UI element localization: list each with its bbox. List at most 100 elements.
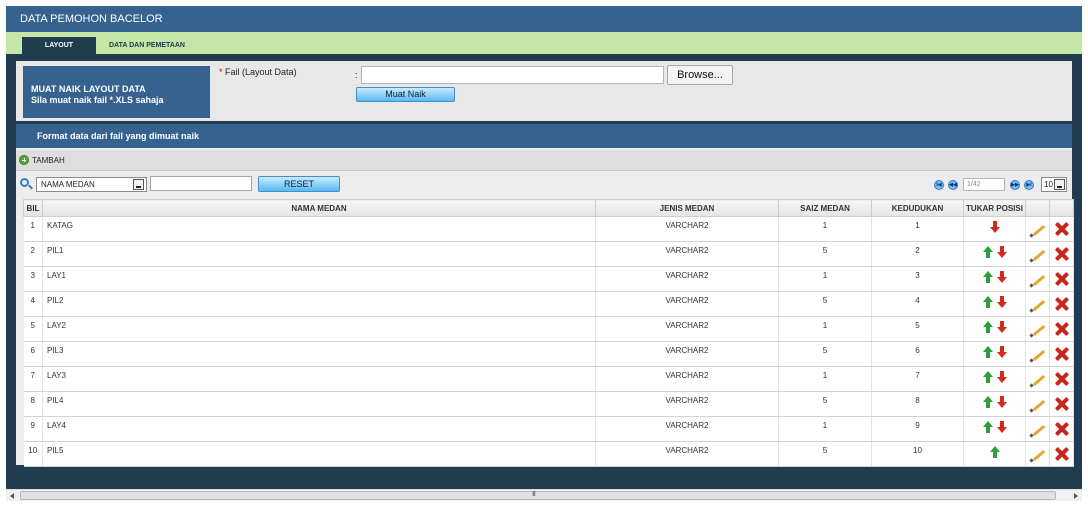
pencil-icon[interactable]: [1028, 398, 1045, 413]
page-number-input[interactable]: 1/42: [963, 178, 1005, 191]
chevron-down-icon[interactable]: [133, 179, 144, 190]
tambah-button[interactable]: TAMBAH: [19, 154, 65, 166]
scroll-right-icon[interactable]: [1074, 493, 1078, 499]
format-section-title: Format data dari fail yang dimuat naik: [37, 131, 200, 141]
delete-x-icon[interactable]: [1055, 447, 1069, 461]
cell-nama-medan: PIL1: [42, 241, 596, 267]
pencil-icon[interactable]: [1028, 373, 1045, 388]
cell-bil: 7: [23, 366, 43, 392]
table-row[interactable]: 8 PIL4 VARCHAR2 5 8: [23, 391, 1074, 417]
cell-jenis-medan: VARCHAR2: [595, 241, 779, 267]
cell-bil: 8: [23, 391, 43, 417]
arrow-up-icon[interactable]: [982, 421, 993, 433]
table-row[interactable]: 3 LAY1 VARCHAR2 1 3: [23, 266, 1074, 292]
cell-jenis-medan: VARCHAR2: [595, 366, 779, 392]
search-field-select[interactable]: NAMA MEDAN: [36, 177, 147, 192]
cell-tukar-posisi: [963, 241, 1026, 267]
cell-edit: [1025, 266, 1050, 292]
table-row[interactable]: 6 PIL3 VARCHAR2 5 6: [23, 341, 1074, 367]
cell-edit: [1025, 316, 1050, 342]
table-row[interactable]: 1 KATAG VARCHAR2 1 1: [23, 216, 1074, 242]
col-header-jenis-medan[interactable]: JENIS MEDAN: [595, 199, 779, 217]
arrow-up-icon[interactable]: [989, 446, 1000, 458]
table-row[interactable]: 5 LAY2 VARCHAR2 1 5: [23, 316, 1074, 342]
arrow-up-icon[interactable]: [982, 396, 993, 408]
tab-layout[interactable]: LAYOUT: [22, 37, 96, 54]
pager-last-button[interactable]: ▶I: [1024, 180, 1034, 190]
arrow-up-icon[interactable]: [982, 321, 993, 333]
delete-x-icon[interactable]: [1055, 247, 1069, 261]
tab-bar: LAYOUT DATA DAN PEMETAAN: [6, 32, 1082, 54]
arrow-down-icon[interactable]: [996, 421, 1007, 433]
pager-first-button[interactable]: I◀: [934, 180, 944, 190]
cell-tukar-posisi: [963, 316, 1026, 342]
muat-naik-button[interactable]: Muat Naik: [356, 87, 455, 102]
delete-x-icon[interactable]: [1055, 322, 1069, 336]
cell-jenis-medan: VARCHAR2: [595, 391, 779, 417]
cell-bil: 6: [23, 341, 43, 367]
arrow-up-icon[interactable]: [982, 371, 993, 383]
format-section-header: Format data dari fail yang dimuat naik: [16, 124, 1072, 148]
pager-prev-button[interactable]: ◀◀: [948, 180, 958, 190]
scroll-left-icon[interactable]: [10, 493, 14, 499]
arrow-down-icon[interactable]: [996, 346, 1007, 358]
arrow-down-icon[interactable]: [996, 271, 1007, 283]
horizontal-scrollbar[interactable]: III: [6, 489, 1082, 501]
arrow-down-icon[interactable]: [996, 296, 1007, 308]
delete-x-icon[interactable]: [1055, 397, 1069, 411]
arrow-up-icon[interactable]: [982, 271, 993, 283]
pencil-icon[interactable]: [1028, 273, 1045, 288]
pencil-icon[interactable]: [1028, 248, 1045, 263]
pager-next-button[interactable]: ▶▶: [1010, 180, 1020, 190]
cell-kedudukan: 7: [871, 366, 964, 392]
col-header-nama-medan[interactable]: NAMA MEDAN: [42, 199, 596, 217]
cell-saiz-medan: 1: [778, 366, 872, 392]
pencil-icon[interactable]: [1028, 423, 1045, 438]
cell-edit: [1025, 341, 1050, 367]
pencil-icon[interactable]: [1028, 348, 1045, 363]
search-input[interactable]: [150, 176, 252, 191]
scroll-thumb[interactable]: [20, 491, 1056, 500]
cell-delete: [1049, 241, 1074, 267]
cell-bil: 10: [23, 441, 43, 467]
cell-nama-medan: LAY2: [42, 316, 596, 342]
pencil-icon[interactable]: [1028, 223, 1045, 238]
delete-x-icon[interactable]: [1055, 347, 1069, 361]
cell-saiz-medan: 1: [778, 216, 872, 242]
browse-button[interactable]: Browse...: [667, 65, 733, 85]
arrow-down-icon[interactable]: [996, 396, 1007, 408]
pencil-icon[interactable]: [1028, 298, 1045, 313]
col-header-bil[interactable]: BIL: [23, 199, 43, 217]
table-row[interactable]: 9 LAY4 VARCHAR2 1 9: [23, 416, 1074, 442]
reset-button[interactable]: RESET: [258, 176, 340, 192]
file-path-input[interactable]: [361, 66, 664, 84]
table-row[interactable]: 4 PIL2 VARCHAR2 5 4: [23, 291, 1074, 317]
table-row[interactable]: 10 PIL5 VARCHAR2 5 10: [23, 441, 1074, 467]
delete-x-icon[interactable]: [1055, 272, 1069, 286]
arrow-down-icon[interactable]: [989, 221, 1000, 233]
arrow-up-icon[interactable]: [982, 246, 993, 258]
arrow-down-icon[interactable]: [996, 321, 1007, 333]
chevron-down-icon[interactable]: [1054, 179, 1065, 190]
arrow-down-icon[interactable]: [996, 246, 1007, 258]
per-page-value: 10: [1044, 180, 1053, 189]
pencil-icon[interactable]: [1028, 323, 1045, 338]
delete-x-icon[interactable]: [1055, 422, 1069, 436]
delete-x-icon[interactable]: [1055, 222, 1069, 236]
per-page-select[interactable]: 10: [1041, 177, 1067, 192]
pencil-icon[interactable]: [1028, 448, 1045, 463]
cell-delete: [1049, 216, 1074, 242]
arrow-up-icon[interactable]: [982, 346, 993, 358]
table-row[interactable]: 2 PIL1 VARCHAR2 5 2: [23, 241, 1074, 267]
col-header-saiz-medan[interactable]: SAIZ MEDAN: [778, 199, 872, 217]
col-header-kedudukan[interactable]: KEDUDUKAN: [871, 199, 964, 217]
cell-tukar-posisi: [963, 441, 1026, 467]
col-header-edit: [1025, 199, 1050, 217]
tab-data-dan-pemetaan[interactable]: DATA DAN PEMETAAN: [102, 37, 192, 54]
delete-x-icon[interactable]: [1055, 297, 1069, 311]
delete-x-icon[interactable]: [1055, 372, 1069, 386]
arrow-up-icon[interactable]: [982, 296, 993, 308]
arrow-down-icon[interactable]: [996, 371, 1007, 383]
cell-delete: [1049, 391, 1074, 417]
table-row[interactable]: 7 LAY3 VARCHAR2 1 7: [23, 366, 1074, 392]
